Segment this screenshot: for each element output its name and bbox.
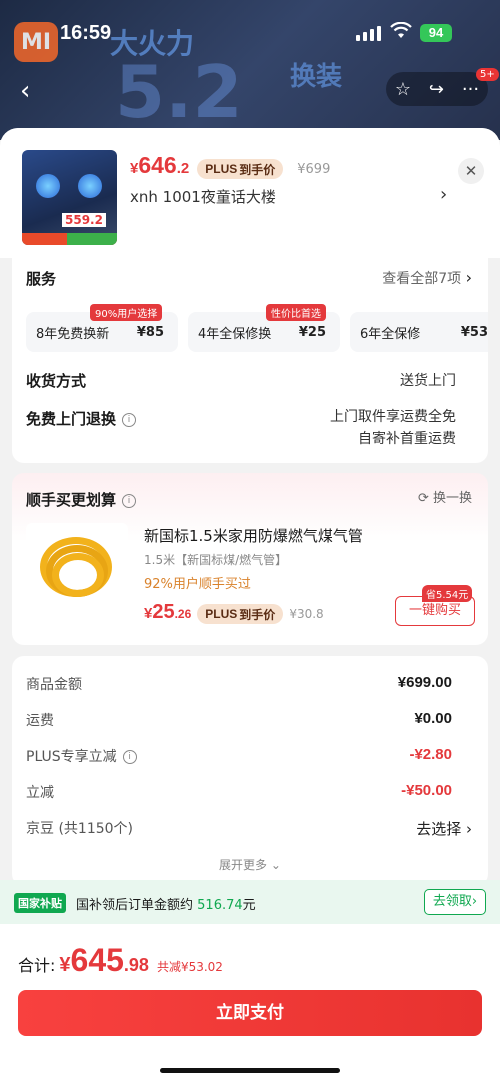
- info-icon[interactable]: i: [122, 493, 137, 508]
- product-thumbnail: 559.2: [22, 150, 117, 245]
- summary-row: 商品金额 ¥699.00: [26, 674, 452, 693]
- service-option-tag: 性价比首选: [266, 304, 326, 321]
- home-indicator[interactable]: [160, 1068, 340, 1073]
- delivery-address[interactable]: xnh 1001夜童话大楼: [130, 186, 276, 207]
- expand-more-button[interactable]: 展开更多 ⌄: [12, 856, 488, 873]
- free-return-value: 上门取件享运费全免 自寄补首重运费: [330, 409, 456, 447]
- addon-original-price: ¥30.8: [289, 607, 324, 621]
- pay-now-button[interactable]: 立即支付: [18, 990, 482, 1036]
- service-title: 服务: [26, 270, 57, 288]
- summary-row: 运费 ¥0.00: [26, 710, 452, 729]
- summary-row: 立减 -¥50.00: [26, 782, 452, 801]
- addon-price: ¥25.26: [144, 601, 192, 623]
- product-price: ¥646.2: [130, 152, 190, 178]
- view-all-services-link[interactable]: 查看全部7项 ›: [382, 268, 472, 288]
- addon-spec: 1.5米【新国标煤/燃气管】: [144, 553, 288, 567]
- service-card: 服务 查看全部7项 › 8年免费换新 ¥85 4年全保修换 ¥25 6年全保修 ¥53…: [12, 258, 488, 463]
- star-icon[interactable]: ☆: [395, 79, 411, 100]
- top-actions: ☆ ↪ ···: [386, 72, 488, 106]
- checkout-sheet: 559.2 ¥646.2 PLUS 到手价 ¥699 ✕ xnh 1001夜童话大…: [0, 128, 500, 1084]
- addon-title: 顺手买更划算 i: [26, 489, 137, 510]
- checkout-footer: 合计: ¥645.98 共减¥53.02 立即支付: [0, 924, 500, 1084]
- order-summary-card: 商品金额 ¥699.00 运费 ¥0.00 PLUS专享立减 i -¥2.80 立减 -¥…: [12, 656, 488, 886]
- thumbnail-price: 559.2: [62, 213, 106, 227]
- summary-row: PLUS专享立减 i -¥2.80: [26, 746, 452, 765]
- total-saved: 共减¥53.02: [156, 960, 223, 974]
- swap-button[interactable]: ⟳ 换一换: [418, 487, 472, 506]
- wifi-icon: [390, 22, 412, 38]
- info-icon[interactable]: i: [122, 750, 137, 764]
- total-price: ¥645.98: [59, 942, 149, 978]
- status-bar: 16:59 94: [0, 0, 500, 64]
- subsidy-text: 国补领后订单金额约 516.74元: [76, 898, 256, 913]
- info-icon[interactable]: i: [122, 412, 137, 427]
- save-tag: 省5.54元: [422, 585, 473, 602]
- message-badge: 5+: [476, 68, 499, 81]
- plus-price-tag: PLUS 到手价: [197, 159, 284, 179]
- addon-product-name[interactable]: 新国标1.5米家用防爆燃气煤气管: [144, 525, 363, 546]
- signal-icon: [356, 26, 381, 41]
- jingdou-row[interactable]: 京豆 (共1150个) 去选择 ›: [26, 818, 472, 839]
- addon-purchase-rate: 92%用户顺手买过: [144, 577, 251, 592]
- addon-recommendation-card: 顺手买更划算 i ⟳ 换一换 新国标1.5米家用防爆燃气煤气管 1.5米【新国标煤…: [12, 473, 488, 645]
- free-return-label: 免费上门退换 i: [26, 408, 137, 429]
- plus-price-tag: PLUS 到手价: [197, 604, 284, 624]
- original-price: ¥699: [297, 162, 331, 177]
- chevron-right-icon[interactable]: ›: [440, 184, 447, 205]
- chevron-right-icon: ›: [466, 820, 472, 838]
- order-total: 合计: ¥645.98 共减¥53.02: [18, 942, 223, 978]
- subsidy-tag: 国家补贴: [14, 893, 66, 913]
- battery-indicator: 94: [420, 24, 452, 42]
- refresh-icon: ⟳: [417, 491, 429, 506]
- addon-price-row: ¥25.26 PLUS 到手价 ¥30.8: [144, 601, 324, 624]
- addon-product-image[interactable]: [26, 523, 128, 623]
- claim-subsidy-button[interactable]: 去领取›: [424, 889, 486, 915]
- service-option[interactable]: 6年全保修 ¥53: [350, 312, 488, 352]
- more-icon[interactable]: ···: [462, 79, 479, 100]
- back-arrow-icon[interactable]: ‹: [20, 76, 30, 106]
- subsidy-bar: 国家补贴 国补领后订单金额约 516.74元 去领取›: [0, 880, 500, 924]
- delivery-method-value: 送货上门: [400, 373, 456, 389]
- status-time: 16:59: [60, 22, 112, 44]
- chevron-down-icon: ⌄: [270, 858, 281, 872]
- service-option-tag: 90%用户选择: [90, 304, 163, 321]
- close-button[interactable]: ✕: [458, 158, 484, 184]
- product-summary-header: 559.2 ¥646.2 PLUS 到手价 ¥699 ✕ xnh 1001夜童话大…: [0, 128, 500, 258]
- product-price-row: ¥646.2 PLUS 到手价 ¥699: [130, 152, 330, 179]
- delivery-method-label: 收货方式: [26, 372, 87, 390]
- share-icon[interactable]: ↪: [429, 79, 444, 100]
